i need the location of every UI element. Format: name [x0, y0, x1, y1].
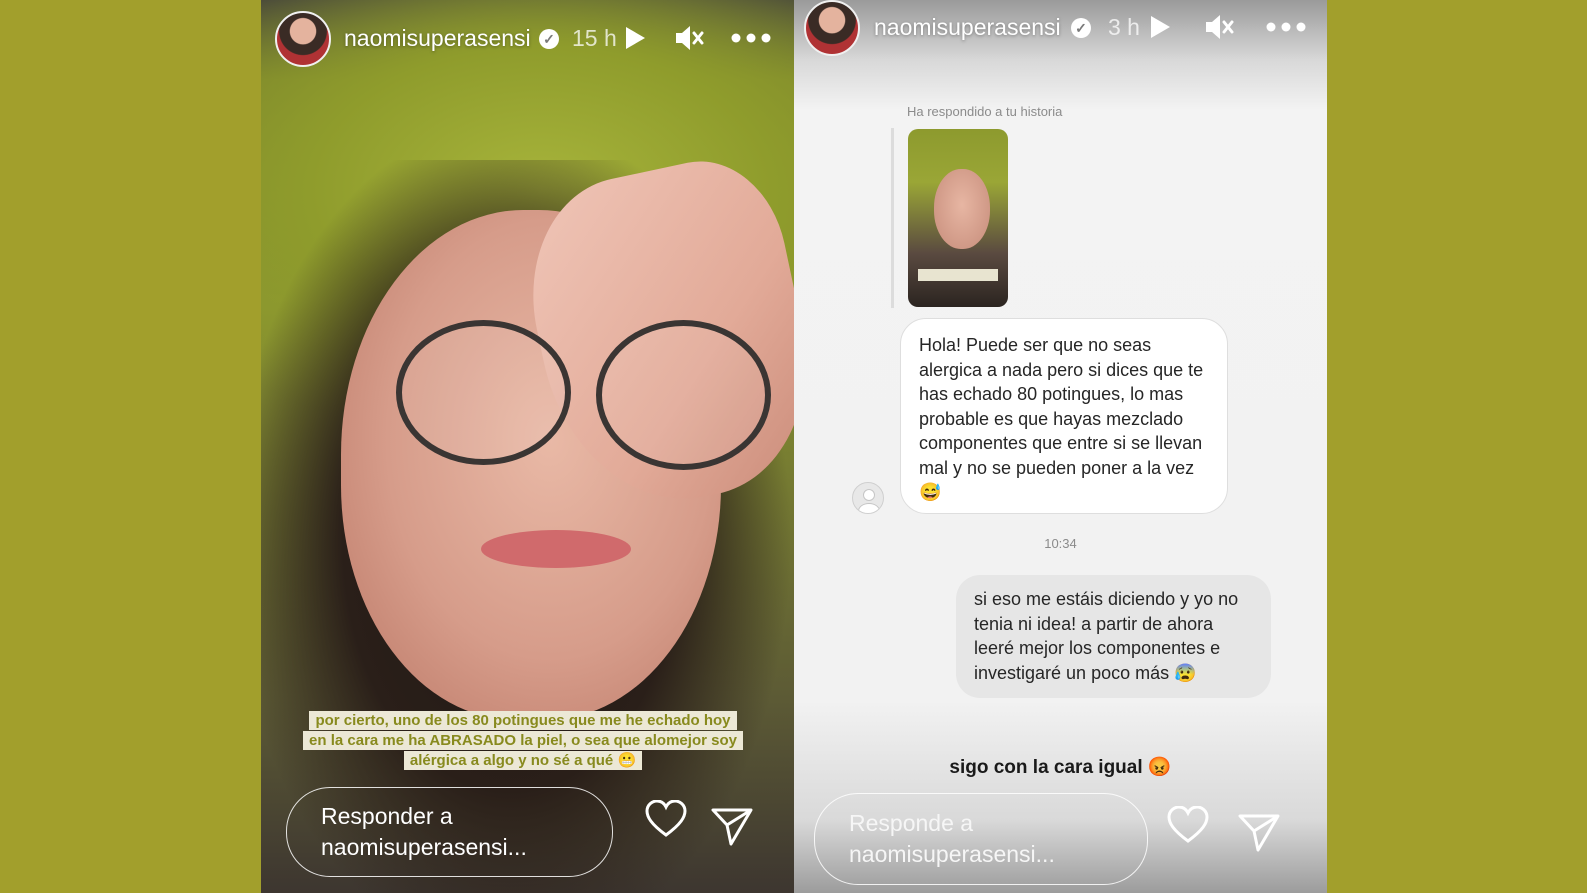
reply-placeholder: Responder a naomisuperasensi...	[321, 803, 527, 860]
story-right: naomisuperasensi ✓ 3 h Ha respondido a t…	[794, 0, 1327, 893]
reply-input[interactable]: Responder a naomisuperasensi...	[286, 787, 613, 877]
post-time: 15 h	[572, 25, 617, 51]
sender-avatar	[852, 482, 884, 514]
message-timestamp: 10:34	[1044, 536, 1077, 551]
muted-speaker-icon[interactable]	[674, 24, 704, 52]
caption-text: por cierto, uno de los 80 potingues que …	[303, 711, 743, 770]
story-caption: por cierto, uno de los 80 potingues que …	[303, 711, 743, 771]
replied-to-story-label: Ha respondido a tu historia	[907, 104, 1063, 119]
avatar[interactable]	[275, 11, 331, 67]
thumbnail-face	[934, 169, 990, 249]
heart-icon[interactable]	[645, 800, 687, 838]
story-header: naomisuperasensi ✓ 15 h	[261, 0, 794, 80]
verified-badge-icon: ✓	[1071, 18, 1091, 38]
avatar[interactable]	[804, 0, 860, 56]
story-bottom-text: sigo con la cara igual 😡	[949, 757, 1172, 778]
glasses-lens-left	[396, 320, 571, 465]
story-left: naomisuperasensi ✓ 15 h por cierto, uno …	[261, 0, 794, 893]
more-options-icon[interactable]	[731, 33, 771, 43]
thumbnail-caption	[918, 269, 998, 281]
play-icon[interactable]	[1148, 14, 1172, 40]
reply-input[interactable]: Responde a naomisuperasensi...	[814, 793, 1148, 885]
glasses-lens-right	[596, 320, 771, 470]
outgoing-message-bubble: si eso me estáis diciendo y yo no tenia …	[956, 575, 1271, 698]
send-icon[interactable]	[1238, 813, 1280, 853]
post-time: 3 h	[1108, 14, 1140, 40]
username[interactable]: naomisuperasensi	[344, 25, 531, 52]
incoming-message-bubble: Hola! Puede ser que no seas alergica a n…	[900, 318, 1228, 514]
verified-badge-icon: ✓	[539, 29, 559, 49]
quote-line	[891, 128, 894, 308]
story-header: naomisuperasensi ✓ 3 h	[794, 0, 1327, 80]
more-options-icon[interactable]	[1266, 22, 1306, 32]
play-icon[interactable]	[623, 25, 647, 51]
story-thumbnail[interactable]	[908, 129, 1008, 307]
muted-speaker-icon[interactable]	[1204, 13, 1234, 41]
username[interactable]: naomisuperasensi	[874, 14, 1061, 41]
send-icon[interactable]	[711, 807, 753, 847]
heart-icon[interactable]	[1167, 806, 1209, 844]
reply-placeholder: Responde a naomisuperasensi...	[849, 810, 1055, 867]
photo-lips	[481, 530, 631, 568]
